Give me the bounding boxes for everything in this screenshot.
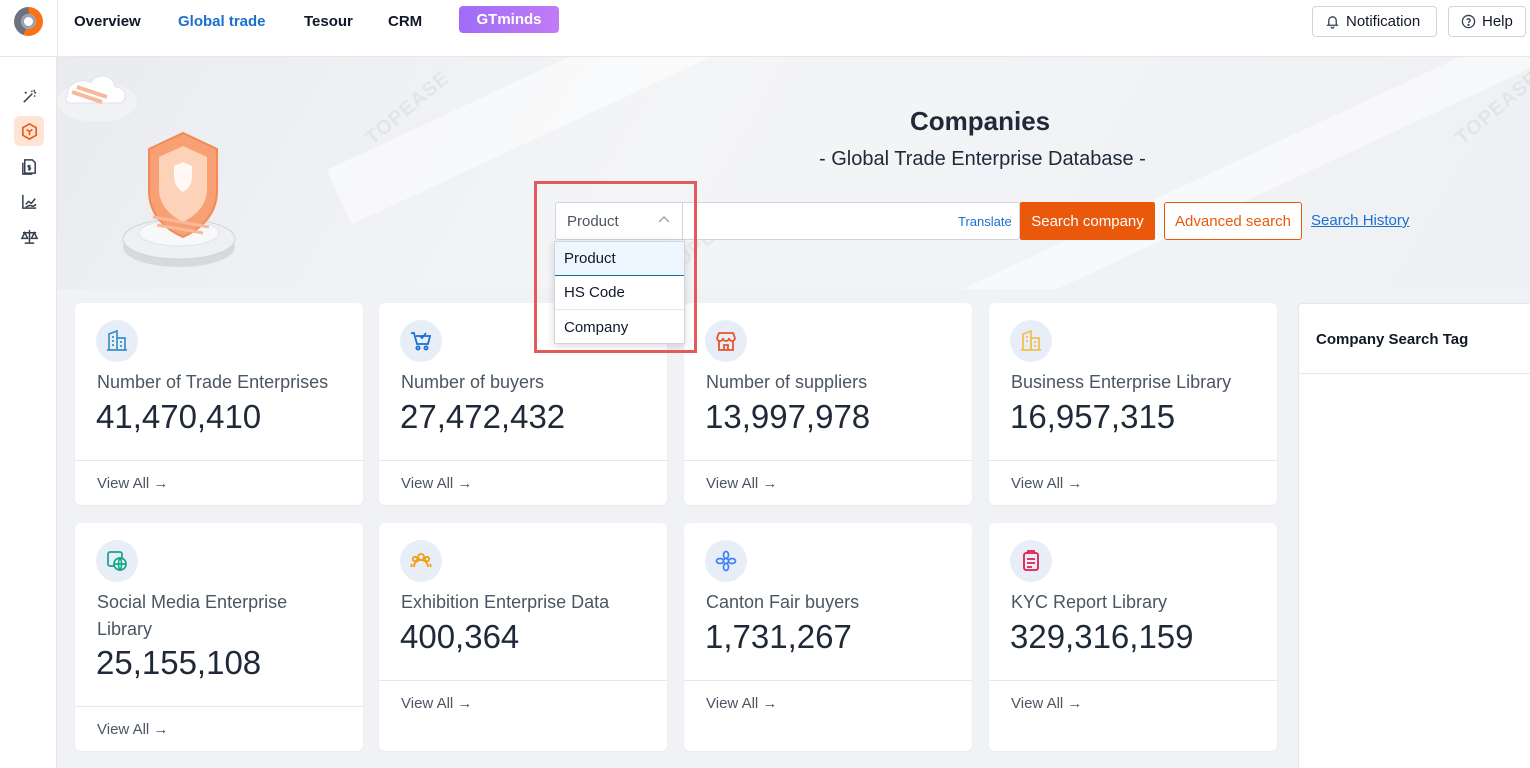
office-icon [1010,320,1052,362]
shield-illustration [57,75,236,267]
card-value: 27,472,432 [400,398,566,435]
help-circle-icon [1461,14,1476,29]
app-logo[interactable] [14,7,43,36]
flower-icon [705,540,747,582]
stat-card: Business Enterprise Library 16,957,315 V… [989,303,1277,505]
select-value: Product [567,212,619,230]
card-label: Number of Trade Enterprises [97,372,329,392]
sidebar-companies[interactable] [14,116,44,146]
card-value: 25,155,108 [96,644,262,681]
card-label: Canton Fair buyers [706,592,860,612]
card-value: 329,316,159 [1010,618,1194,655]
search-type-select[interactable]: Product [555,202,683,240]
building-icon [96,320,138,362]
page-title: Companies [910,106,1051,136]
hero-banner: TOPEASE TOPEASE TOPEASE Companies - Glob… [57,57,1530,289]
notification-button[interactable]: Notification [1312,6,1437,37]
stat-card: Number of suppliers 13,997,978 View All … [684,303,972,505]
sidebar-analytics[interactable] [14,186,44,216]
left-sidebar [0,57,57,768]
help-button[interactable]: Help [1448,6,1526,37]
divider [1299,373,1530,374]
clipboard-icon [1010,540,1052,582]
search-company-button[interactable]: Search company [1020,202,1155,240]
dropdown-option-product[interactable]: Product [555,242,684,276]
stat-card: KYC Report Library 329,316,159 View All … [989,523,1277,751]
nav-crm[interactable]: CRM [388,13,422,30]
bell-icon [1326,16,1339,29]
search-type-dropdown: Product HS Code Company [554,241,685,344]
nav-overview[interactable]: Overview [74,13,141,30]
card-label: KYC Report Library [1011,592,1168,612]
document-dollar-icon [21,158,36,175]
magic-wand-icon [22,89,36,103]
translate-button[interactable]: Translate [958,214,1012,229]
card-label: Social Media Enterprise Library [97,592,288,639]
cube-icon [21,122,37,140]
card-value: 1,731,267 [705,618,852,655]
card-label: Exhibition Enterprise Data [401,592,610,612]
line-chart-icon [21,194,37,209]
globe-icon [96,540,138,582]
view-all-link[interactable]: View All → [379,460,667,505]
card-label: Number of suppliers [706,372,868,392]
top-navigation-bar: Overview Global trade Tesour CRM GTminds… [0,0,1530,57]
card-label: Number of buyers [401,372,545,392]
dropdown-option-hs-code[interactable]: HS Code [555,276,684,310]
advanced-search-button[interactable]: Advanced search [1164,202,1302,240]
view-all-link[interactable]: View All → [684,680,972,725]
view-all-link[interactable]: View All → [75,460,363,505]
background-stripe [790,57,1530,289]
stat-card: Exhibition Enterprise Data 400,364 View … [379,523,667,751]
store-icon [705,320,747,362]
search-history-link[interactable]: Search History [1311,212,1409,229]
view-all-link[interactable]: View All → [75,706,363,751]
stat-card: Canton Fair buyers 1,731,267 View All → [684,523,972,751]
dropdown-option-company[interactable]: Company [555,310,684,344]
sidebar-magic-wand[interactable] [14,81,44,111]
group-icon [400,540,442,582]
card-label: Business Enterprise Library [1011,372,1232,392]
sidebar-documents[interactable] [14,151,44,181]
sidebar-compliance[interactable] [14,221,44,251]
view-all-link[interactable]: View All → [379,680,667,725]
company-search-tag-panel: Company Search Tag [1298,303,1530,768]
view-all-link[interactable]: View All → [989,680,1277,725]
page-subtitle: - Global Trade Enterprise Database - [819,148,1146,170]
view-all-link[interactable]: View All → [989,460,1277,505]
card-value: 400,364 [400,618,520,655]
stat-card: Social Media Enterprise Library 25,155,1… [75,523,363,751]
scale-icon [20,229,38,244]
divider [57,0,58,57]
help-label: Help [1482,13,1513,30]
nav-global-trade[interactable]: Global trade [178,13,266,30]
tag-panel-title: Company Search Tag [1316,331,1469,348]
nav-tesour[interactable]: Tesour [304,13,353,30]
cart-icon [400,320,442,362]
stat-card: Number of Trade Enterprises 41,470,410 V… [75,303,363,505]
gtminds-button[interactable]: GTminds [459,6,559,33]
notification-label: Notification [1346,13,1421,30]
chevron-up-icon [658,216,670,223]
card-value: 16,957,315 [1010,398,1176,435]
card-value: 41,470,410 [96,398,262,435]
view-all-link[interactable]: View All → [684,460,972,505]
card-value: 13,997,978 [705,398,871,435]
